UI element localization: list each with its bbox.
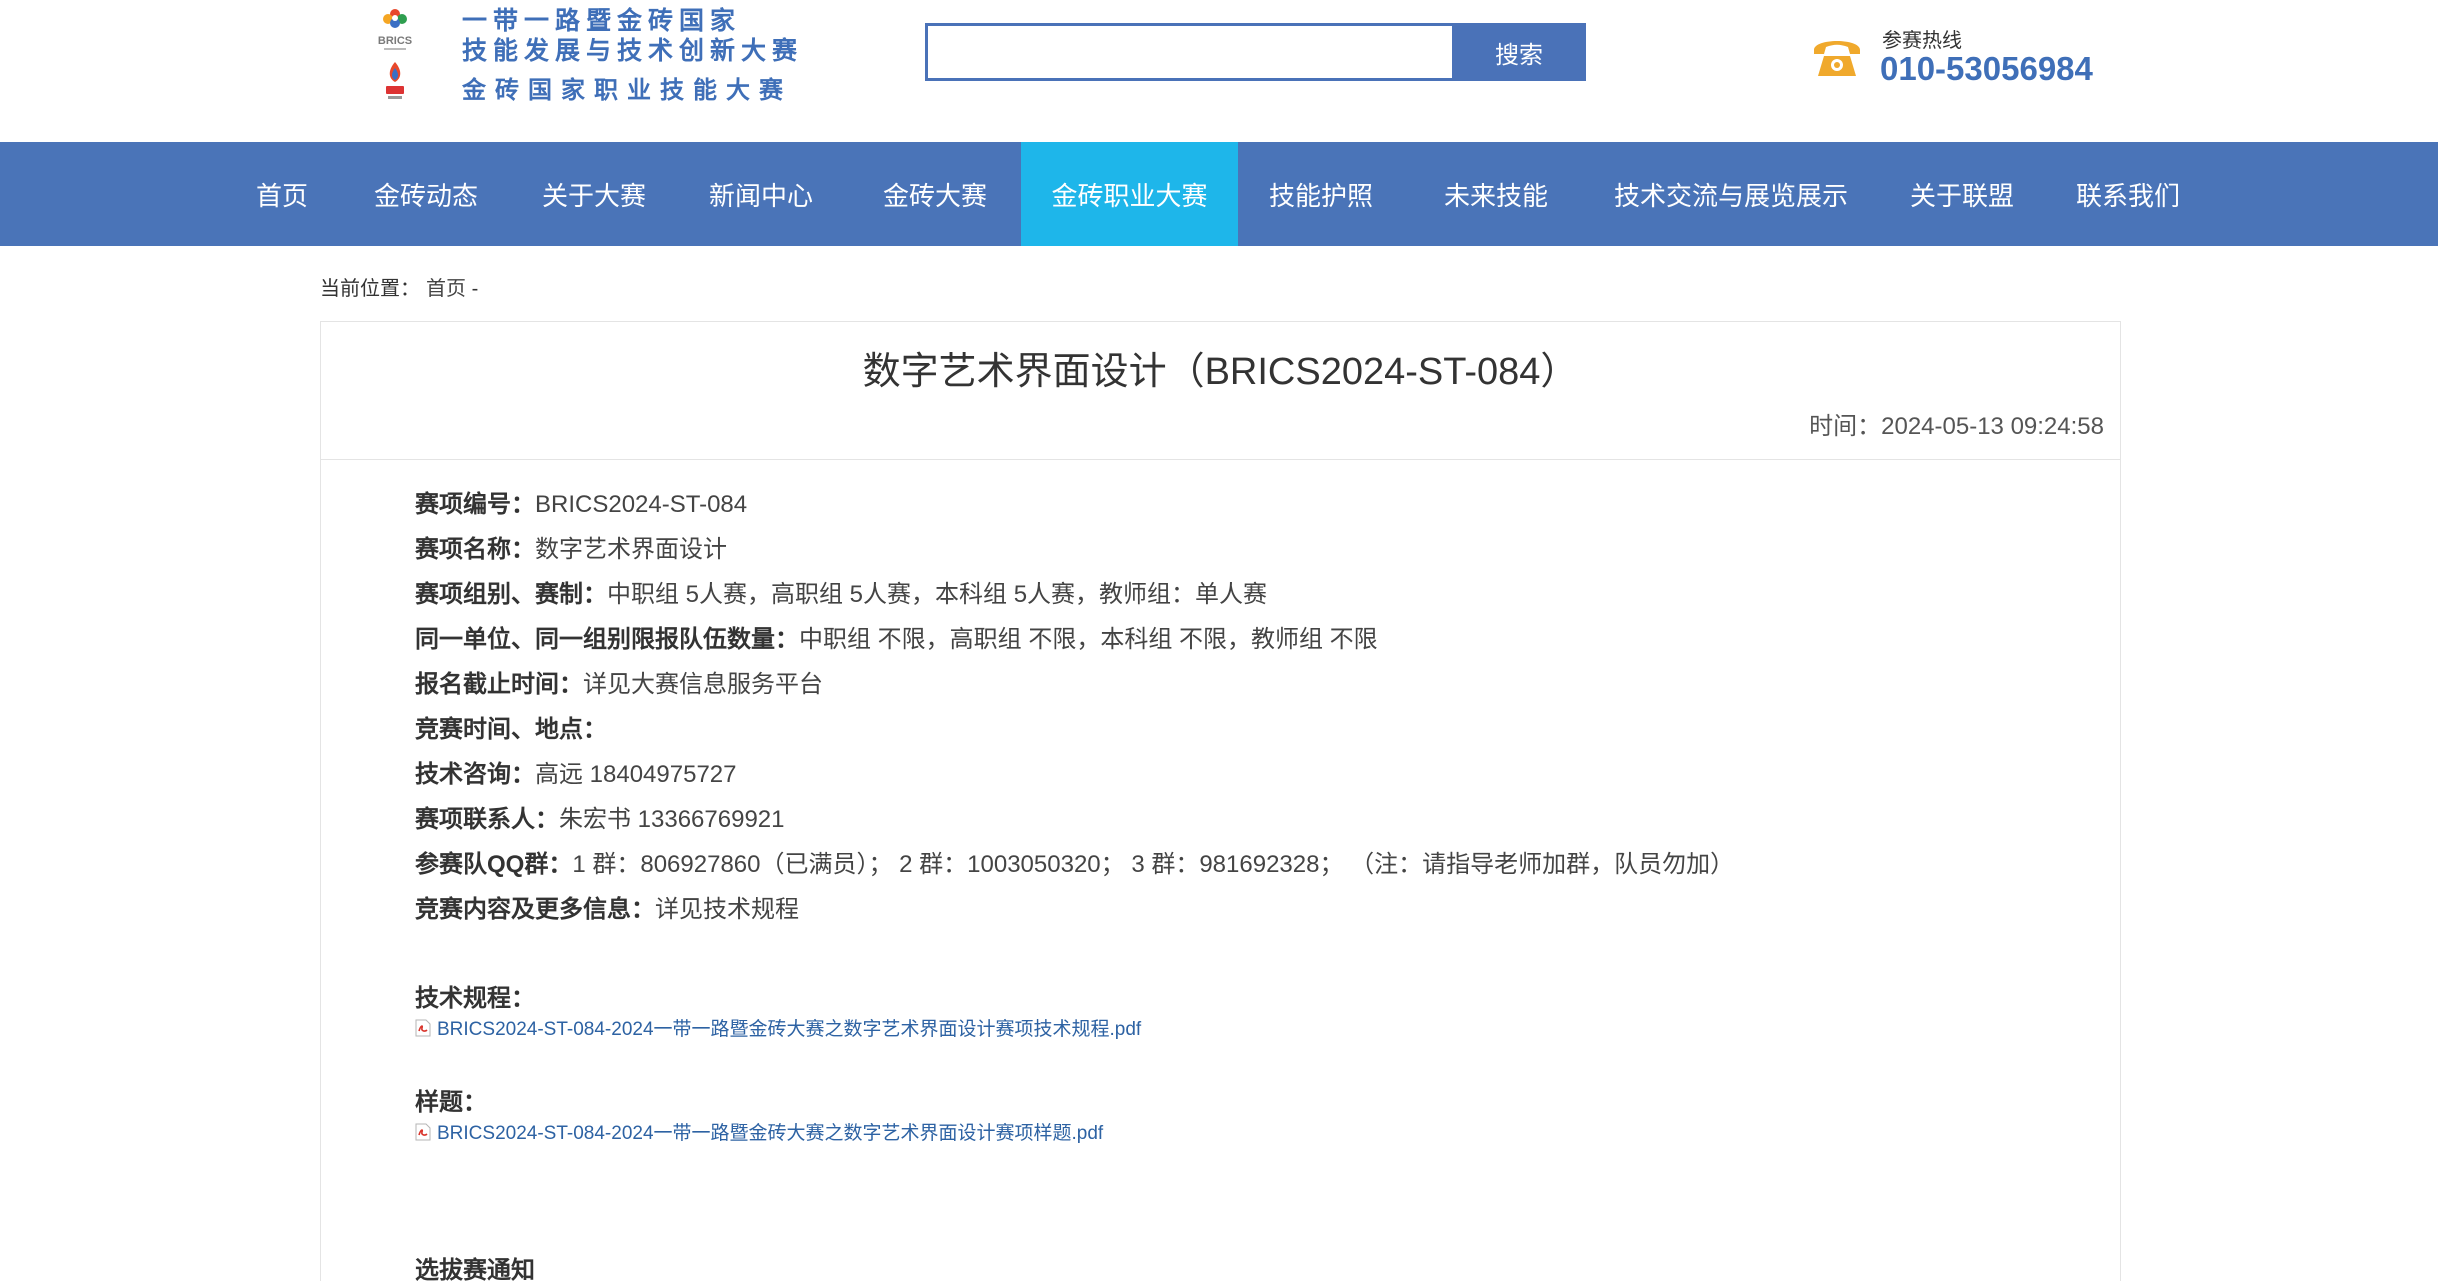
svg-text:BRICS: BRICS	[378, 35, 412, 47]
nav-item-brics-contest[interactable]: 金砖大赛	[867, 142, 1003, 246]
search-button[interactable]: 搜索	[1452, 23, 1586, 81]
info-label: 赛项联系人：	[415, 806, 559, 833]
logo-line-1: 一带一路暨金砖国家	[462, 7, 742, 35]
info-label: 赛项组别、赛制：	[415, 581, 607, 608]
info-label: 技术咨询：	[415, 761, 535, 788]
nav-item-contact-us[interactable]: 联系我们	[2060, 142, 2196, 246]
nav-item-home[interactable]: 首页	[232, 142, 332, 246]
nav-item-brics-vocational-contest[interactable]: 金砖职业大赛	[1021, 142, 1238, 246]
breadcrumb-separator: -	[471, 278, 479, 300]
article-panel: 数字艺术界面设计（BRICS2024-ST-084） 时间：2024-05-13…	[320, 321, 2121, 1284]
page-title: 数字艺术界面设计（BRICS2024-ST-084）	[862, 351, 1579, 393]
logo-line-3: 金砖国家职业技能大赛	[462, 77, 792, 104]
hotline: 参赛热线 010-53056984	[1810, 22, 2110, 92]
selection-notice-heading: 选拔赛通知	[415, 1257, 535, 1284]
info-row-time-location: 竞赛时间、地点：	[415, 707, 2065, 752]
info-label: 参赛队QQ群：	[415, 851, 573, 878]
breadcrumb-home-link[interactable]: 首页	[426, 278, 466, 300]
info-row-more-info: 竞赛内容及更多信息：详见技术规程	[415, 887, 2065, 932]
site-logo[interactable]: BRICS 一带一路暨金砖国家 技能发展与技术创新大赛 金砖国家职业技能大赛	[372, 4, 797, 104]
logo-line-2: 技能发展与技术创新大赛	[462, 37, 804, 65]
main-nav: 首页 金砖动态 关于大赛 新闻中心 金砖大赛 金砖职业大赛 技能护照 未来技能 …	[0, 142, 2438, 246]
pdf-icon	[415, 1019, 431, 1036]
info-value: 详见大赛信息服务平台	[583, 671, 823, 698]
info-label: 同一单位、同一组别限报队伍数量：	[415, 626, 799, 653]
nav-item-news-center[interactable]: 新闻中心	[693, 142, 829, 246]
info-value: 详见技术规程	[655, 896, 799, 923]
info-label: 报名截止时间：	[415, 671, 583, 698]
sample-heading: 样题：	[415, 1089, 487, 1116]
site-header: BRICS 一带一路暨金砖国家 技能发展与技术创新大赛 金砖国家职业技能大赛 搜…	[0, 0, 2438, 142]
info-row-contact: 赛项联系人：朱宏书 13366769921	[415, 797, 2065, 842]
brics-logo-badges: BRICS	[378, 9, 412, 99]
info-label: 赛项编号：	[415, 491, 535, 518]
brics-flower-icon	[383, 9, 407, 28]
hotline-label: 参赛热线	[1882, 30, 1962, 52]
tech-rules-file-name[interactable]: BRICS2024-ST-084-2024一带一路暨金砖大赛之数字艺术界面设计赛…	[437, 1014, 1141, 1041]
nav-item-tech-exchange[interactable]: 技术交流与展览展示	[1606, 142, 1856, 246]
nav-item-brics-news[interactable]: 金砖动态	[358, 142, 494, 246]
nav-item-skills-passport[interactable]: 技能护照	[1253, 142, 1389, 246]
publish-time: 时间：2024-05-13 09:24:58	[1809, 413, 2104, 440]
info-value: 中职组 不限，高职组 不限，本科组 不限，教师组 不限	[799, 626, 1378, 653]
info-row-name: 赛项名称：数字艺术界面设计	[415, 527, 2065, 572]
search-input[interactable]	[925, 23, 1452, 81]
nav-item-about-alliance[interactable]: 关于联盟	[1894, 142, 2030, 246]
contest-info-list: 赛项编号：BRICS2024-ST-084 赛项名称：数字艺术界面设计 赛项组别…	[415, 482, 2065, 932]
breadcrumb-prefix: 当前位置：	[320, 278, 420, 300]
brics-flame-icon	[389, 62, 401, 82]
info-value: 朱宏书 13366769921	[559, 806, 785, 833]
tech-rules-pdf-link[interactable]: BRICS2024-ST-084-2024一带一路暨金砖大赛之数字艺术界面设计赛…	[415, 1014, 1141, 1041]
info-row-qq-groups: 参赛队QQ群：1 群：806927860（已满员）； 2 群：100305032…	[415, 842, 2065, 887]
tech-rules-heading: 技术规程：	[415, 985, 535, 1012]
logo-text: 一带一路暨金砖国家 技能发展与技术创新大赛 金砖国家职业技能大赛	[462, 6, 804, 106]
info-value: 中职组 5人赛，高职组 5人赛，本科组 5人赛，教师组：单人赛	[607, 581, 1268, 608]
info-label: 赛项名称：	[415, 536, 535, 563]
sample-file-name[interactable]: BRICS2024-ST-084-2024一带一路暨金砖大赛之数字艺术界面设计赛…	[437, 1118, 1103, 1145]
info-row-code: 赛项编号：BRICS2024-ST-084	[415, 482, 2065, 527]
info-row-deadline: 报名截止时间：详见大赛信息服务平台	[415, 662, 2065, 707]
info-value: BRICS2024-ST-084	[535, 491, 748, 518]
breadcrumb: 当前位置： 首页 -	[320, 272, 478, 301]
info-row-team-limit: 同一单位、同一组别限报队伍数量：中职组 不限，高职组 不限，本科组 不限，教师组…	[415, 617, 2065, 662]
sample-pdf-link[interactable]: BRICS2024-ST-084-2024一带一路暨金砖大赛之数字艺术界面设计赛…	[415, 1118, 1103, 1145]
info-label: 竞赛时间、地点：	[415, 716, 607, 743]
info-label: 竞赛内容及更多信息：	[415, 896, 655, 923]
info-value: 数字艺术界面设计	[535, 536, 727, 563]
hotline-number: 010-53056984	[1880, 50, 2093, 87]
info-row-groups: 赛项组别、赛制：中职组 5人赛，高职组 5人赛，本科组 5人赛，教师组：单人赛	[415, 572, 2065, 617]
info-value: 1 群：806927860（已满员）； 2 群：1003050320； 3 群：…	[572, 851, 1735, 878]
nav-item-future-skills[interactable]: 未来技能	[1428, 142, 1564, 246]
article-header: 数字艺术界面设计（BRICS2024-ST-084） 时间：2024-05-13…	[321, 322, 2120, 460]
info-row-tech-consult: 技术咨询：高远 18404975727	[415, 752, 2065, 797]
pdf-icon	[415, 1123, 431, 1140]
phone-icon	[1814, 41, 1860, 76]
info-value: 高远 18404975727	[535, 761, 737, 788]
nav-item-about-contest[interactable]: 关于大赛	[526, 142, 662, 246]
